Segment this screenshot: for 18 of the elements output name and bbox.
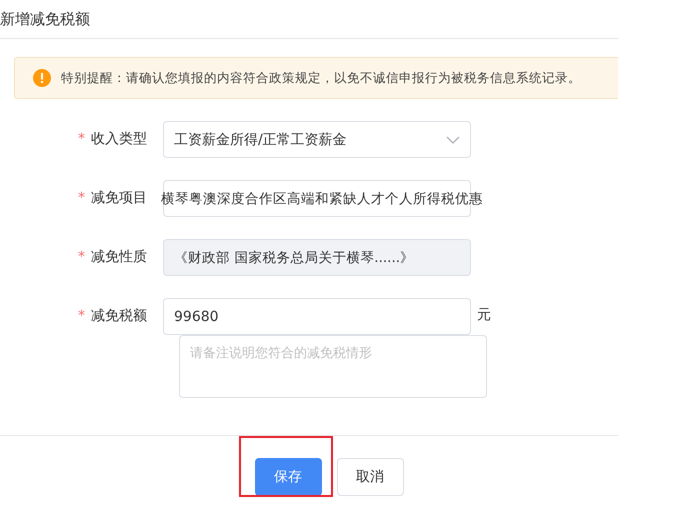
warning-icon (33, 69, 51, 87)
field-label: 减免税额 (91, 307, 147, 325)
required-asterisk: * (78, 190, 85, 206)
dialog-title: 新增减免税额 (0, 10, 90, 28)
required-asterisk: * (78, 131, 85, 147)
unit-label: 元 (477, 306, 491, 324)
income-type-select[interactable]: 工资薪金所得/正常工资薪金 (163, 121, 471, 158)
notice-text: 特别提醒：请确认您填报的内容符合政策规定，以免不诚信申报行为被税务信息系统记录。 (61, 70, 581, 86)
field-label: 收入类型 (91, 130, 147, 148)
input-field[interactable]: 横琴粤澳深度合作区高端和紧缺人才个人所得税优惠 (161, 180, 493, 217)
required-asterisk: * (78, 249, 85, 265)
cancel-button[interactable]: 取消 (336, 458, 404, 496)
remark-field[interactable]: 请备注说明您符合的减免税情形 (179, 335, 487, 398)
field-label: 减免项目 (91, 189, 147, 207)
field-label: 减免性质 (91, 248, 147, 266)
required-asterisk: * (78, 308, 85, 324)
amount-field[interactable]: 99680 (163, 298, 471, 335)
chevron-down-icon (446, 136, 460, 144)
